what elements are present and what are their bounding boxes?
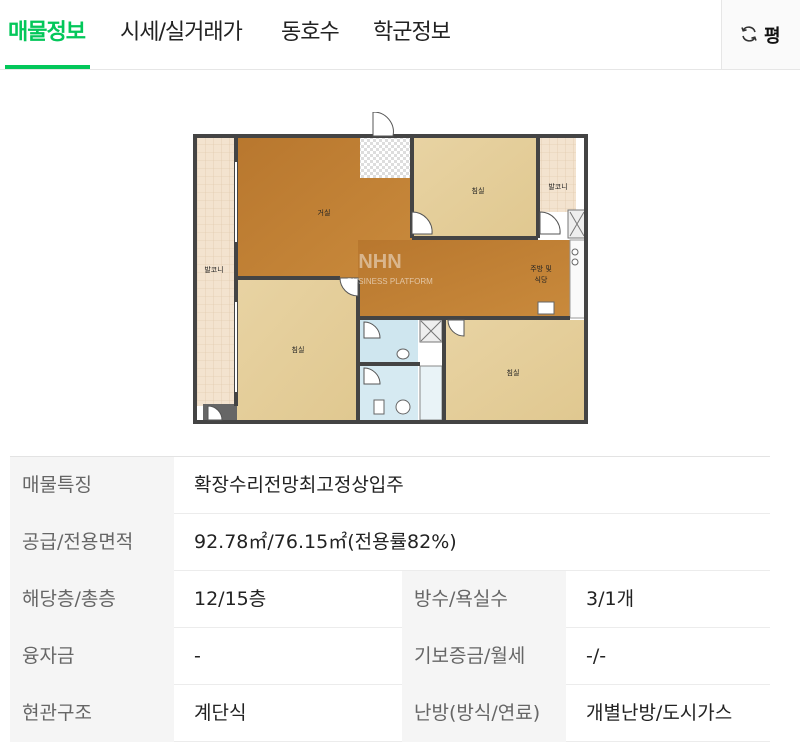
rooms-value: 3/1개 — [586, 588, 635, 610]
table-row: 해당층/총층 12/15층 방수/욕실수 3/1개 — [10, 571, 770, 628]
area-value: 92.78㎡/76.15㎡(전용률82%) — [194, 531, 457, 553]
loan-label: 융자금 — [10, 628, 174, 685]
feature-value: 확장수리전망최고정상입주 — [194, 474, 404, 496]
area-label: 공급/전용면적 — [10, 514, 174, 571]
heating-value: 개별난방/도시가스 — [586, 702, 733, 724]
floor-label: 해당층/총층 — [10, 571, 174, 628]
label-balcony-right: 발코니 — [548, 182, 567, 191]
rooms-label: 방수/욕실수 — [402, 571, 566, 628]
deposit-value: -/- — [586, 645, 607, 667]
bathtub — [419, 365, 443, 421]
watermark-text: NHN — [358, 251, 401, 273]
label-living: 거실 — [318, 208, 331, 217]
tab-unit-number[interactable]: 동호수 — [281, 14, 340, 48]
label-balcony-left: 발코니 — [204, 265, 223, 274]
label-kitchen-1: 주방 및 — [530, 264, 552, 273]
floor-plan-image[interactable]: NHN BUSINESS PLATFORM 거실 침실 침실 침실 주방 및 식… — [190, 112, 595, 430]
entrance — [360, 136, 410, 178]
entrance-label: 현관구조 — [10, 685, 174, 742]
watermark-sub: BUSINESS PLATFORM — [347, 277, 433, 286]
label-bedroom-bottom: 침실 — [507, 368, 520, 377]
unit-toggle-label: 평 — [764, 26, 781, 47]
table-row: 현관구조 계단식 난방(방식/연료) 개별난방/도시가스 — [10, 685, 770, 742]
label-bedroom-top: 침실 — [472, 186, 485, 195]
table-row: 매물특징 확장수리전망최고정상입주 — [10, 457, 770, 514]
floor-value: 12/15층 — [194, 588, 267, 610]
tab-school-info[interactable]: 학군정보 — [373, 14, 451, 48]
table-row: 융자금 - 기보증금/월세 -/- — [10, 628, 770, 685]
refresh-icon — [741, 26, 757, 42]
table-row: 공급/전용면적 92.78㎡/76.15㎡(전용률82%) — [10, 514, 770, 571]
deposit-label: 기보증금/월세 — [402, 628, 566, 685]
unit-toggle-button[interactable]: 평 — [721, 0, 800, 69]
loan-value: - — [194, 645, 201, 667]
entrance-value: 계단식 — [194, 702, 247, 724]
tab-listing-info[interactable]: 매물정보 — [8, 14, 86, 48]
tab-price-history[interactable]: 시세/실거래가 — [120, 14, 243, 48]
heating-label: 난방(방식/연료) — [402, 685, 566, 742]
label-kitchen-2: 식당 — [535, 275, 548, 284]
balcony-right — [540, 136, 576, 212]
listing-info-table: 매물특징 확장수리전망최고정상입주 공급/전용면적 92.78㎡/76.15㎡(… — [10, 456, 770, 742]
active-tab-indicator — [5, 65, 90, 69]
label-bedroom-left: 침실 — [292, 345, 305, 354]
tab-bar: 매물정보 시세/실거래가 동호수 학군정보 평 — [0, 0, 800, 70]
feature-label: 매물특징 — [10, 457, 174, 514]
